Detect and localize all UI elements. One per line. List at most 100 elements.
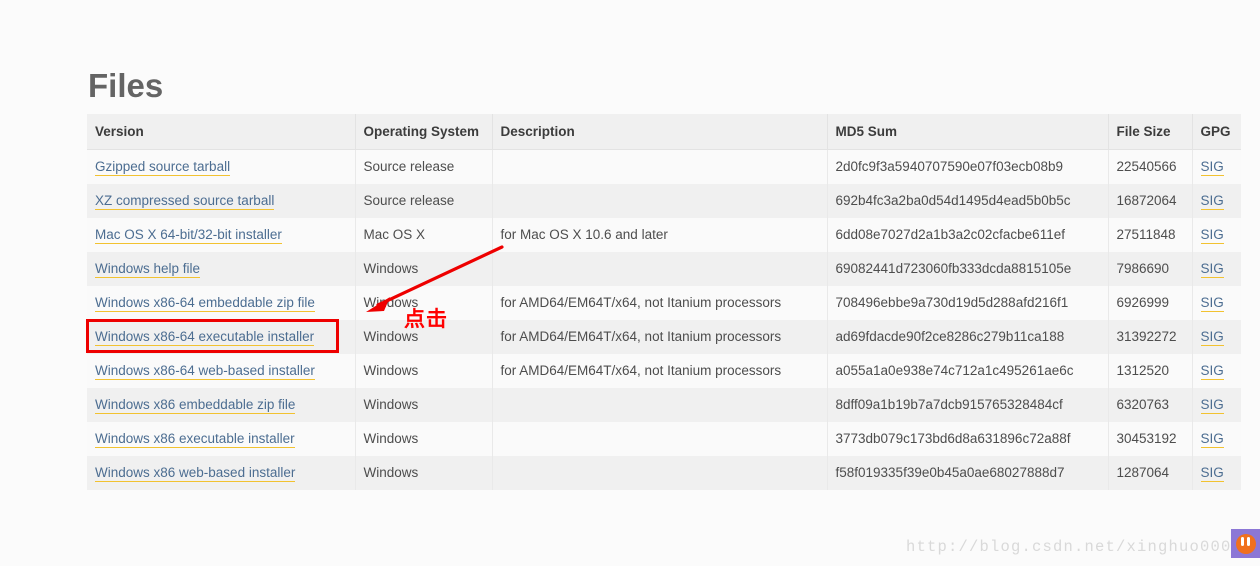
column-header-md5[interactable]: MD5 Sum <box>827 114 1109 150</box>
download-link[interactable]: Gzipped source tarball <box>95 159 231 176</box>
table-row: Gzipped source tarball Source release 2d0f… <box>87 149 1241 184</box>
cell-md5-sum: ad69fdacde90f2ce8286c279b11ca188 <box>827 320 1109 354</box>
table-row: Mac OS X 64-bit/32-bit installer Mac OS X… <box>87 218 1241 252</box>
sig-link[interactable]: SIG <box>1200 329 1224 346</box>
column-header-os[interactable]: Operating System <box>355 114 493 150</box>
cell-md5-sum: f58f019335f39e0b45a0ae68027888d7 <box>827 456 1109 490</box>
sig-link[interactable]: SIG <box>1200 159 1224 176</box>
cell-gpg: SIG <box>1192 252 1241 286</box>
cell-operating-system: Source release <box>355 184 493 218</box>
cell-description <box>492 456 828 490</box>
sig-link[interactable]: SIG <box>1200 397 1224 414</box>
table-row: Windows x86-64 embeddable zip file Window… <box>87 286 1241 320</box>
column-header-description[interactable]: Description <box>492 114 828 150</box>
cell-version: Windows x86 executable installer <box>87 422 356 456</box>
sig-link[interactable]: SIG <box>1200 295 1224 312</box>
corner-badge-icon <box>1231 529 1260 558</box>
table-row: Windows x86 embeddable zip file Windows 8d… <box>87 388 1241 422</box>
download-link[interactable]: Windows x86-64 embeddable zip file <box>95 295 315 312</box>
download-link[interactable]: Windows x86 embeddable zip file <box>95 397 296 414</box>
sig-link[interactable]: SIG <box>1200 363 1224 380</box>
download-link[interactable]: Windows x86-64 executable installer <box>95 329 315 346</box>
watermark-text: http://blog.csdn.net/xinghuo0007 <box>905 538 1242 556</box>
cell-gpg: SIG <box>1192 388 1241 422</box>
files-table-container: Version Operating System Description MD5… <box>87 114 1241 490</box>
annotation-label: 点击 <box>404 307 448 331</box>
table-row: Windows help file Windows 69082441d723060f… <box>87 252 1241 286</box>
table-row: Windows x86 executable installer Windows 3… <box>87 422 1241 456</box>
page-root: Files Version Operating System Descripti… <box>0 0 1260 566</box>
cell-operating-system: Windows <box>355 354 493 388</box>
cell-file-size: 6320763 <box>1108 388 1193 422</box>
table-row: Windows x86 web-based installer Windows f5… <box>87 456 1241 490</box>
cell-operating-system: Windows <box>355 252 493 286</box>
cell-gpg: SIG <box>1192 320 1241 354</box>
download-link[interactable]: Mac OS X 64-bit/32-bit installer <box>95 227 282 244</box>
cell-version: Windows x86 embeddable zip file <box>87 388 356 422</box>
download-link[interactable]: Windows help file <box>95 261 201 278</box>
column-header-filesize[interactable]: File Size <box>1108 114 1193 150</box>
cell-version: Windows help file <box>87 252 356 286</box>
cell-description <box>492 184 828 218</box>
cell-description: for AMD64/EM64T/x64, not Itanium process… <box>492 320 828 354</box>
cell-version: Mac OS X 64-bit/32-bit installer <box>87 218 356 252</box>
cell-version: Gzipped source tarball <box>87 149 356 184</box>
cell-md5-sum: a055a1a0e938e74c712a1c495261ae6c <box>827 354 1109 388</box>
cell-file-size: 6926999 <box>1108 286 1193 320</box>
cell-description: for Mac OS X 10.6 and later <box>492 218 828 252</box>
cell-md5-sum: 3773db079c173bd6d8a631896c72a88f <box>827 422 1109 456</box>
cell-gpg: SIG <box>1192 456 1241 490</box>
cell-file-size: 22540566 <box>1108 149 1193 184</box>
sig-link[interactable]: SIG <box>1200 431 1224 448</box>
cell-operating-system: Windows <box>355 456 493 490</box>
cell-description: for AMD64/EM64T/x64, not Itanium process… <box>492 286 828 320</box>
cell-operating-system: Windows <box>355 422 493 456</box>
cell-md5-sum: 692b4fc3a2ba0d54d1495d4ead5b0b5c <box>827 184 1109 218</box>
cell-description <box>492 422 828 456</box>
cell-gpg: SIG <box>1192 354 1241 388</box>
cell-description <box>492 388 828 422</box>
cell-file-size: 16872064 <box>1108 184 1193 218</box>
cell-version: Windows x86 web-based installer <box>87 456 356 490</box>
download-link[interactable]: Windows x86-64 web-based installer <box>95 363 315 380</box>
cell-md5-sum: 708496ebbe9a730d19d5d288afd216f1 <box>827 286 1109 320</box>
files-table-head: Version Operating System Description MD5… <box>87 114 1241 150</box>
cell-md5-sum: 69082441d723060fb333dcda8815105e <box>827 252 1109 286</box>
cell-file-size: 31392272 <box>1108 320 1193 354</box>
cell-file-size: 27511848 <box>1108 218 1193 252</box>
cell-gpg: SIG <box>1192 422 1241 456</box>
column-header-version[interactable]: Version <box>87 114 356 150</box>
cell-file-size: 7986690 <box>1108 252 1193 286</box>
cell-operating-system: Mac OS X <box>355 218 493 252</box>
page-title: Files <box>88 67 164 105</box>
cell-gpg: SIG <box>1192 218 1241 252</box>
column-header-gpg[interactable]: GPG <box>1192 114 1241 150</box>
download-link[interactable]: Windows x86 executable installer <box>95 431 295 448</box>
cell-description <box>492 252 828 286</box>
sig-link[interactable]: SIG <box>1200 193 1224 210</box>
table-header-row: Version Operating System Description MD5… <box>87 114 1241 150</box>
cell-version: Windows x86-64 embeddable zip file <box>87 286 356 320</box>
cell-description <box>492 149 828 184</box>
cell-file-size: 1312520 <box>1108 354 1193 388</box>
sig-link[interactable]: SIG <box>1200 261 1224 278</box>
table-row: Windows x86-64 executable installer Windo… <box>87 320 1241 354</box>
download-link[interactable]: Windows x86 web-based installer <box>95 465 296 482</box>
download-link[interactable]: XZ compressed source tarball <box>95 193 275 210</box>
cell-description: for AMD64/EM64T/x64, not Itanium process… <box>492 354 828 388</box>
cell-gpg: SIG <box>1192 286 1241 320</box>
cell-version: Windows x86-64 web-based installer <box>87 354 356 388</box>
cell-file-size: 30453192 <box>1108 422 1193 456</box>
cell-md5-sum: 2d0fc9f3a5940707590e07f03ecb08b9 <box>827 149 1109 184</box>
sig-link[interactable]: SIG <box>1200 227 1224 244</box>
cell-md5-sum: 6dd08e7027d2a1b3a2c02cfacbe611ef <box>827 218 1109 252</box>
files-table: Version Operating System Description MD5… <box>87 114 1241 490</box>
cell-version: Windows x86-64 executable installer <box>87 320 356 354</box>
cell-version: XZ compressed source tarball <box>87 184 356 218</box>
cell-operating-system: Source release <box>355 149 493 184</box>
cell-gpg: SIG <box>1192 184 1241 218</box>
files-table-body: Gzipped source tarball Source release 2d0f… <box>87 149 1241 490</box>
cell-md5-sum: 8dff09a1b19b7a7dcb915765328484cf <box>827 388 1109 422</box>
sig-link[interactable]: SIG <box>1200 465 1224 482</box>
cell-file-size: 1287064 <box>1108 456 1193 490</box>
